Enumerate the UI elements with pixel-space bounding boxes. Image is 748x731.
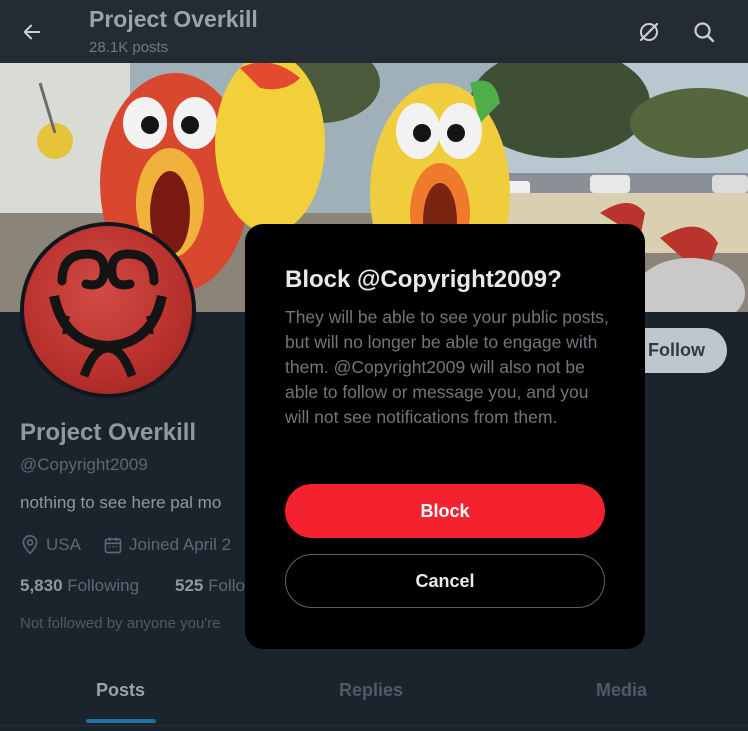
dialog-title: Block @Copyright2009? xyxy=(285,266,562,293)
top-bar: Project Overkill 28.1K posts xyxy=(0,0,748,63)
grok-icon xyxy=(639,22,659,42)
avatar-logo xyxy=(24,226,192,394)
followed-by-notice: Not followed by anyone you're xyxy=(20,615,221,632)
tab-replies[interactable]: Replies xyxy=(339,680,403,701)
tab-media[interactable]: Media xyxy=(596,680,647,701)
profile-tabs: Posts Replies Media xyxy=(0,662,748,724)
profile-joined: Joined April 2 xyxy=(103,535,231,555)
following-link[interactable]: 5,830 Following xyxy=(20,576,139,596)
cancel-button[interactable]: Cancel xyxy=(285,554,605,608)
block-dialog: Block @Copyright2009? They will be able … xyxy=(245,224,645,649)
profile-bio: nothing to see here pal mo xyxy=(20,493,222,512)
tabs-divider xyxy=(0,725,748,726)
active-tab-indicator xyxy=(86,719,156,723)
joined-text: Joined April 2 xyxy=(129,535,232,554)
location-text: USA xyxy=(46,535,81,554)
location-pin-icon xyxy=(22,535,38,555)
followers-label: Follo xyxy=(208,576,245,595)
followers-count: 525 xyxy=(175,576,204,595)
following-label: Following xyxy=(67,576,140,595)
tab-posts[interactable]: Posts xyxy=(96,680,145,701)
grok-button[interactable] xyxy=(631,14,667,50)
following-count: 5,830 xyxy=(20,576,63,595)
arrow-left-icon xyxy=(23,24,41,40)
profile-avatar[interactable] xyxy=(20,222,196,398)
block-button[interactable]: Block xyxy=(285,484,605,538)
calendar-icon xyxy=(104,537,122,554)
header-posts-count: 28.1K posts xyxy=(89,39,169,56)
profile-handle: @Copyright2009 xyxy=(20,455,148,474)
search-button[interactable] xyxy=(686,14,722,50)
header-title: Project Overkill xyxy=(89,6,258,32)
back-button[interactable] xyxy=(14,14,50,50)
followers-link[interactable]: 525 Follo xyxy=(175,576,245,596)
profile-location: USA xyxy=(20,535,81,555)
dialog-body: They will be able to see your public pos… xyxy=(285,307,609,427)
search-icon xyxy=(694,22,715,43)
profile-name: Project Overkill xyxy=(20,419,197,446)
